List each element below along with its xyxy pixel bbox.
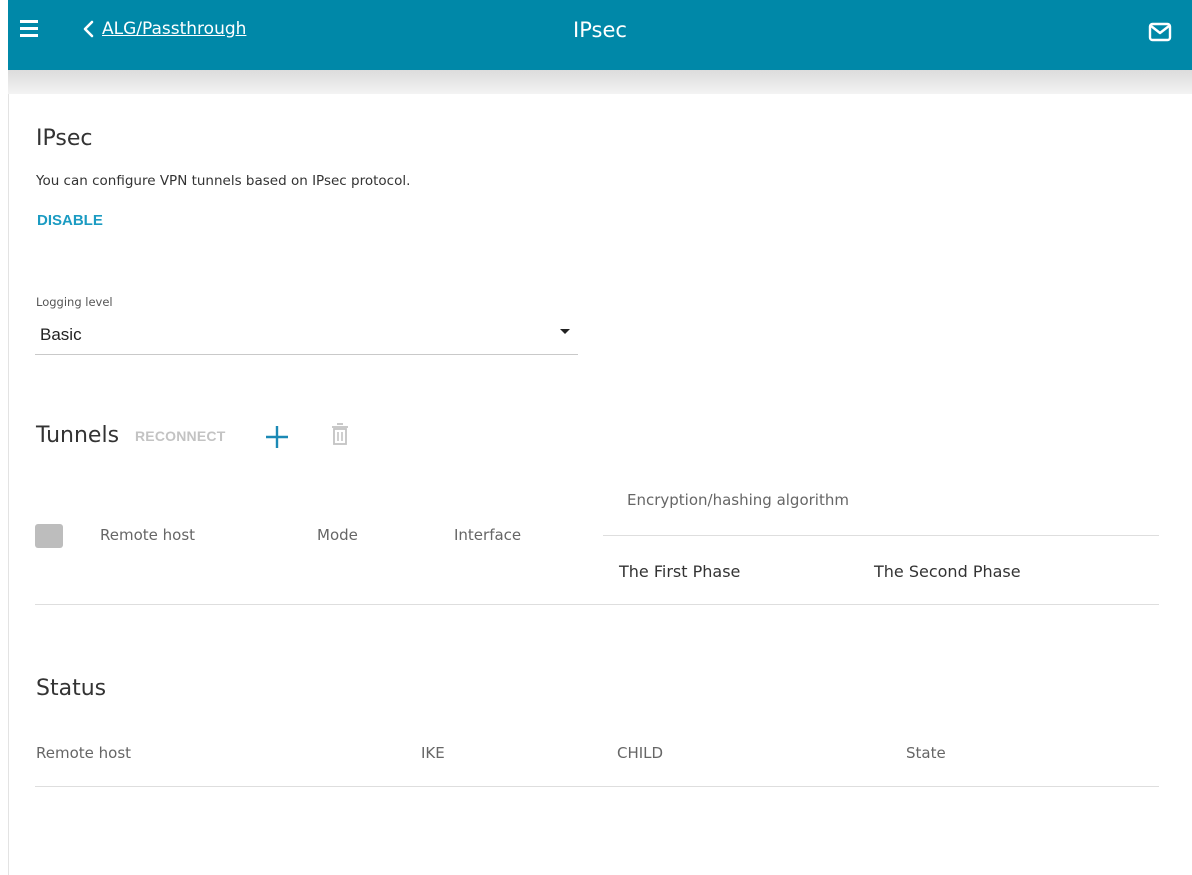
top-bar: ALG/Passthrough IPsec [8, 0, 1192, 70]
status-table-bottom-divider [35, 786, 1159, 787]
col-remote-host: Remote host [100, 526, 196, 544]
header-shadow [8, 70, 1192, 94]
col-second-phase: The Second Phase [874, 562, 1021, 581]
select-all-checkbox[interactable] [35, 524, 63, 548]
tunnels-table-bottom-divider [35, 604, 1159, 605]
reconnect-button: RECONNECT [135, 428, 226, 444]
header-divider [603, 535, 1159, 536]
col-mode: Mode [317, 526, 358, 544]
status-col-ike: IKE [421, 744, 445, 762]
status-col-remote-host: Remote host [36, 744, 132, 762]
status-section-title: Status [36, 676, 107, 701]
page-title: IPsec [573, 18, 627, 42]
col-interface: Interface [454, 526, 522, 544]
status-col-state: State [906, 744, 946, 762]
logging-level-label: Logging level [36, 295, 113, 309]
mail-icon[interactable] [1148, 22, 1172, 42]
logging-level-select[interactable]: Basic [35, 316, 578, 355]
col-encryption: Encryption/hashing algorithm [627, 491, 849, 509]
logging-level-value: Basic [40, 325, 82, 344]
col-first-phase: The First Phase [619, 562, 741, 581]
ipsec-description: You can configure VPN tunnels based on I… [36, 173, 411, 189]
dropdown-arrow-icon [560, 329, 570, 334]
disable-button[interactable]: DISABLE [37, 212, 103, 229]
trash-icon [332, 423, 348, 445]
content-panel [8, 94, 1192, 875]
add-icon[interactable] [264, 424, 290, 450]
status-col-child: CHILD [617, 744, 664, 762]
ipsec-section-title: IPsec [36, 126, 93, 151]
tunnels-section-title: Tunnels [36, 423, 120, 448]
